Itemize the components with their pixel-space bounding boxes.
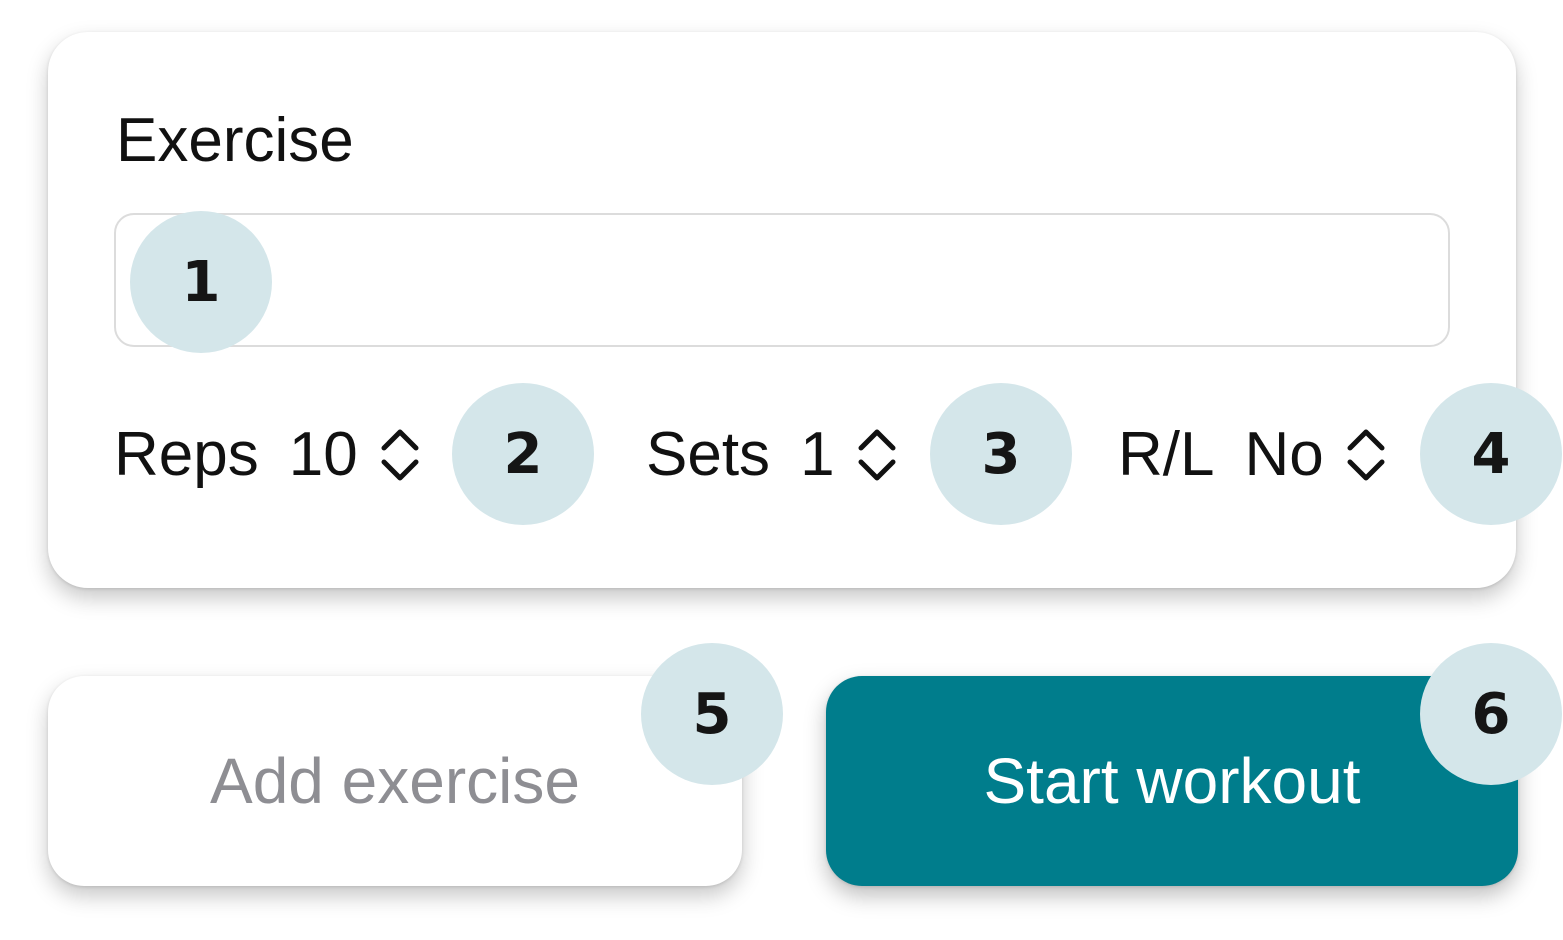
annotation-marker-3: 3: [930, 383, 1072, 525]
chevron-up-down-icon[interactable]: [857, 426, 897, 484]
annotation-marker-2: 2: [452, 383, 594, 525]
reps-label: Reps: [114, 420, 259, 489]
add-exercise-button[interactable]: Add exercise: [48, 676, 742, 886]
annotation-marker-5: 5: [641, 643, 783, 785]
exercise-card: Exercise Reps 10 Sets 1 R/L No: [48, 32, 1516, 588]
sets-label: Sets: [646, 420, 771, 489]
chevron-up-down-icon[interactable]: [1346, 426, 1386, 484]
annotation-marker-4: 4: [1420, 383, 1562, 525]
sets-stepper[interactable]: Sets 1: [646, 420, 897, 490]
exercise-label: Exercise: [116, 106, 354, 175]
exercise-input[interactable]: [114, 213, 1450, 347]
reps-value: 10: [288, 420, 358, 489]
rl-value: No: [1244, 420, 1324, 489]
sets-value: 1: [800, 420, 835, 489]
workout-builder-screen: Exercise Reps 10 Sets 1 R/L No Add exerc…: [0, 0, 1563, 940]
annotation-marker-1: 1: [130, 211, 272, 353]
rl-label: R/L: [1118, 420, 1215, 489]
start-workout-button[interactable]: Start workout: [826, 676, 1518, 886]
annotation-marker-6: 6: [1420, 643, 1562, 785]
rl-stepper[interactable]: R/L No: [1118, 420, 1386, 490]
chevron-up-down-icon[interactable]: [380, 426, 420, 484]
reps-stepper[interactable]: Reps 10: [114, 420, 420, 490]
